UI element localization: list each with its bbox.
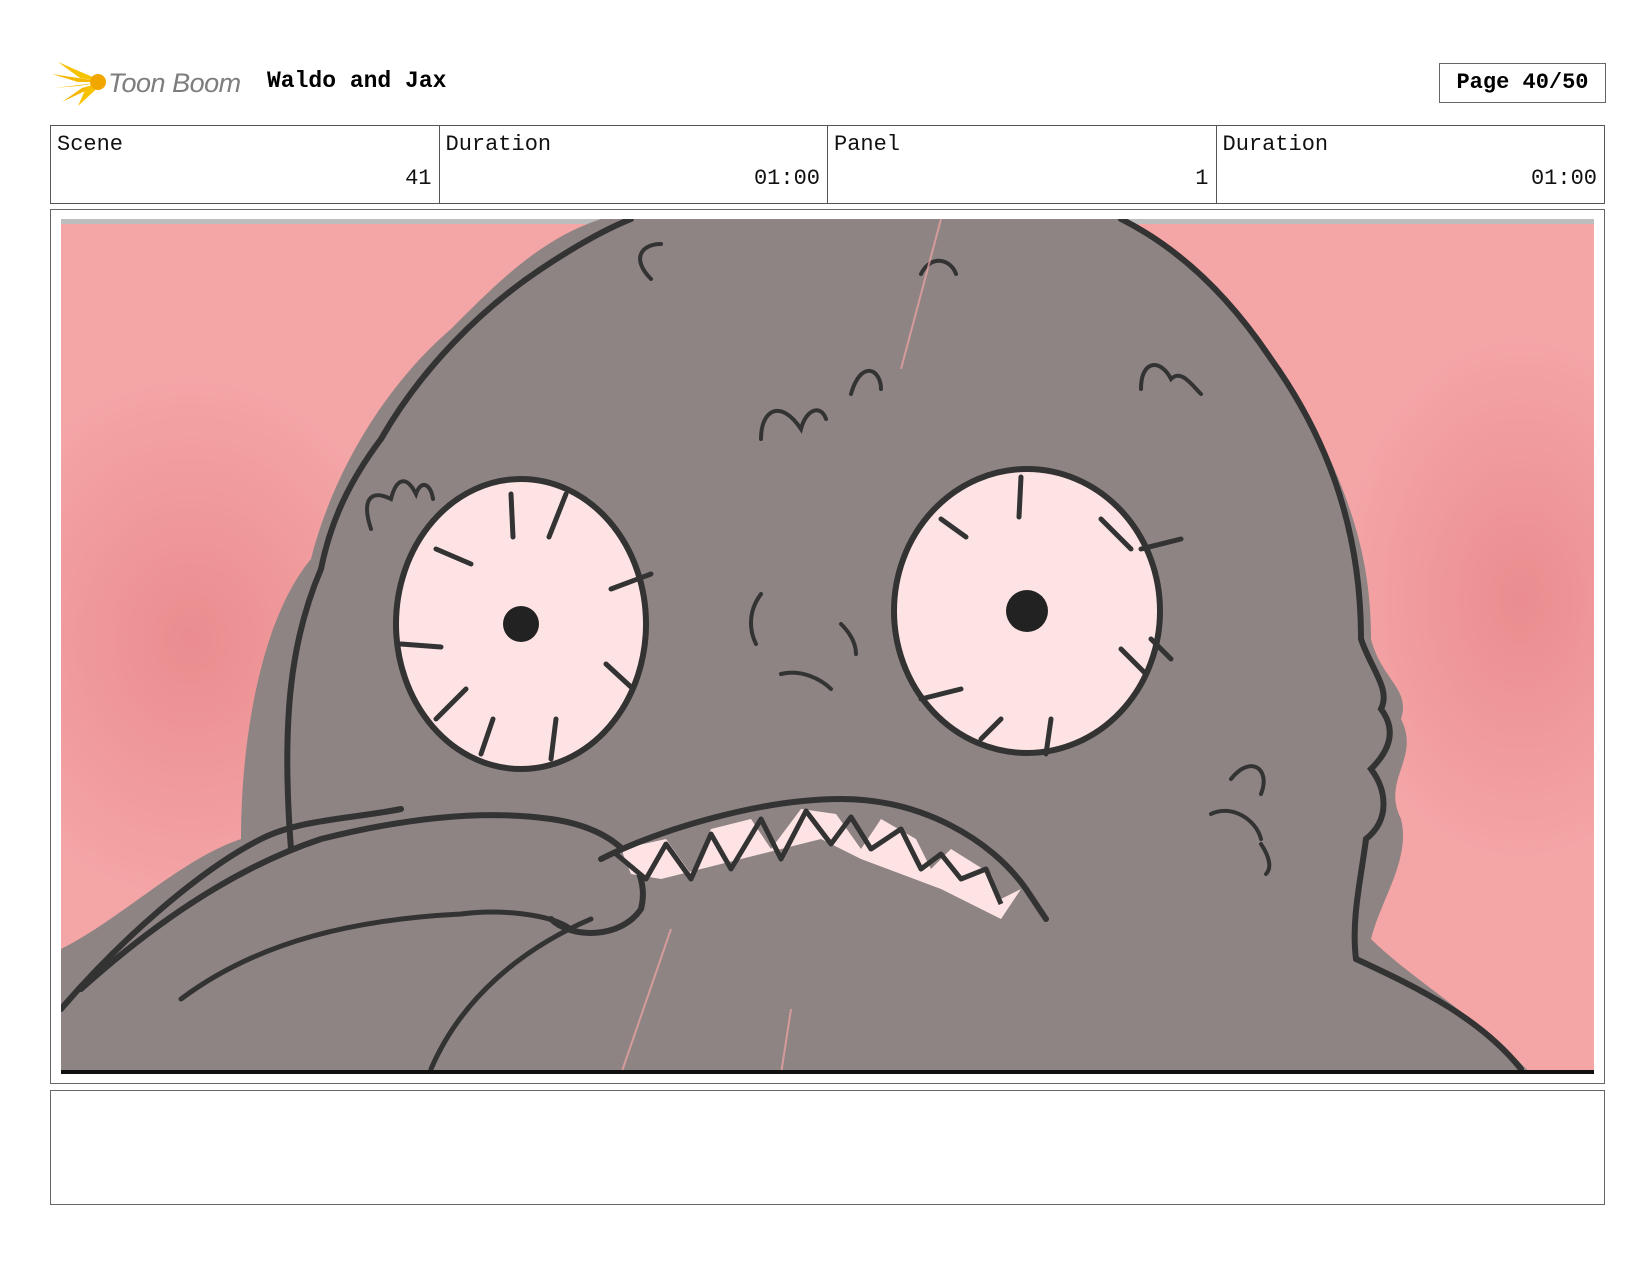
panel-bottom-edge: [61, 1070, 1594, 1074]
scene-value: 41: [405, 166, 432, 191]
storyboard-panel-frame: [50, 209, 1605, 1084]
panel-duration-cell: Duration 01:00: [1217, 126, 1605, 203]
left-eye: [393, 476, 654, 772]
panel-label: Panel: [834, 132, 901, 157]
toon-boom-logo: Toon Boom: [52, 58, 252, 108]
page-header: Toon Boom Waldo and Jax Page 40/50: [52, 56, 1606, 108]
page-indicator: Page 40/50: [1439, 63, 1606, 103]
panel-duration-value: 01:00: [1530, 166, 1597, 191]
scene-duration-cell: Duration 01:00: [440, 126, 828, 203]
panel-value: 1: [1195, 166, 1209, 191]
logo-text: Toon Boom: [108, 68, 241, 98]
sunburst-icon: [52, 62, 106, 106]
panel-duration-label: Duration: [1222, 132, 1329, 157]
panel-drawing: [61, 219, 1594, 1074]
right-pupil: [1006, 590, 1048, 632]
scene-duration-label: Duration: [445, 132, 552, 157]
scene-label: Scene: [57, 132, 124, 157]
panel-cell: Panel 1: [828, 126, 1217, 203]
scene-duration-value: 01:00: [753, 166, 820, 191]
panel-notes-box[interactable]: [50, 1090, 1605, 1205]
left-pupil: [503, 606, 539, 642]
project-title: Waldo and Jax: [267, 68, 447, 94]
scene-info-table: Scene 41 Duration 01:00 Panel 1 Duration…: [50, 125, 1605, 204]
scene-cell: Scene 41: [51, 126, 440, 203]
